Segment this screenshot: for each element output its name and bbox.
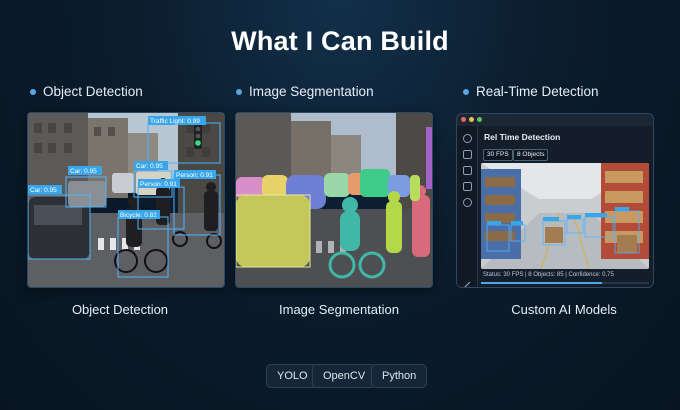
real-time-detection-app: Rel Time Detection 30 FPS 8 Objects Stat… — [456, 113, 654, 288]
label-bicycle: Bicycle: 0.82 — [120, 212, 157, 219]
section-label-real-time-detection: Real-Time Detection — [463, 84, 599, 99]
chip-yolo[interactable]: YOLO — [266, 364, 319, 388]
label-traffic-light: Traffic Light: 0.99 — [150, 118, 200, 125]
detection-tag — [567, 215, 581, 219]
app-sidebar — [457, 126, 478, 287]
detection-tag — [543, 217, 559, 221]
detection-tag — [585, 213, 607, 217]
bullet-dot-icon — [30, 88, 36, 95]
detection-tag — [487, 221, 501, 225]
warehouse-video-feed — [481, 163, 649, 269]
close-dot-icon[interactable] — [461, 117, 466, 122]
app-title: Rel Time Detection — [484, 132, 561, 142]
section-label-text: Real-Time Detection — [476, 84, 599, 99]
label-car: Car: 0.95 — [30, 187, 57, 194]
section-label-object-detection: Object Detection — [30, 84, 143, 99]
detection-tag — [615, 207, 629, 211]
progress-bar-fill — [481, 282, 602, 284]
settings-icon[interactable] — [463, 198, 472, 207]
home-icon[interactable] — [463, 134, 472, 143]
label-car: Car: 0.95 — [136, 163, 163, 170]
edit-icon[interactable] — [463, 276, 471, 287]
image-segmentation-image — [235, 112, 433, 288]
objects-badge: 8 Objects — [513, 149, 549, 161]
grid-icon[interactable] — [463, 150, 472, 159]
maximize-dot-icon[interactable] — [477, 117, 482, 122]
label-person: Person: 0.91 — [176, 172, 213, 179]
caption-custom-ai-models: Custom AI Models — [511, 302, 617, 317]
progress-bar — [481, 282, 649, 284]
status-bar-text: Status: 30 FPS | 8 Objects: 85 | Confide… — [483, 272, 614, 278]
detection-tag — [511, 221, 523, 225]
section-label-image-segmentation: Image Segmentation — [236, 84, 374, 99]
page-title: What I Can Build — [231, 26, 449, 56]
section-label-text: Object Detection — [43, 84, 143, 99]
window-titlebar — [457, 114, 653, 126]
label-car: Car: 0.95 — [70, 168, 97, 175]
chip-python[interactable]: Python — [371, 364, 428, 388]
label-person: Person: 0.91 — [140, 181, 177, 188]
bullet-dot-icon — [236, 88, 242, 95]
object-detection-image: Traffic Light: 0.99 Car: 0.95 Car: 0.95 … — [27, 112, 225, 288]
minimize-dot-icon[interactable] — [469, 117, 474, 122]
section-label-text: Image Segmentation — [249, 84, 374, 99]
chip-opencv[interactable]: OpenCV — [312, 364, 377, 388]
bullet-dot-icon — [463, 88, 469, 95]
fps-badge: 30 FPS — [483, 149, 513, 161]
caption-object-detection: Object Detection — [71, 302, 169, 317]
document-icon[interactable] — [463, 182, 472, 191]
folder-icon[interactable] — [463, 166, 472, 175]
caption-image-segmentation: Image Segmentation — [279, 302, 399, 317]
